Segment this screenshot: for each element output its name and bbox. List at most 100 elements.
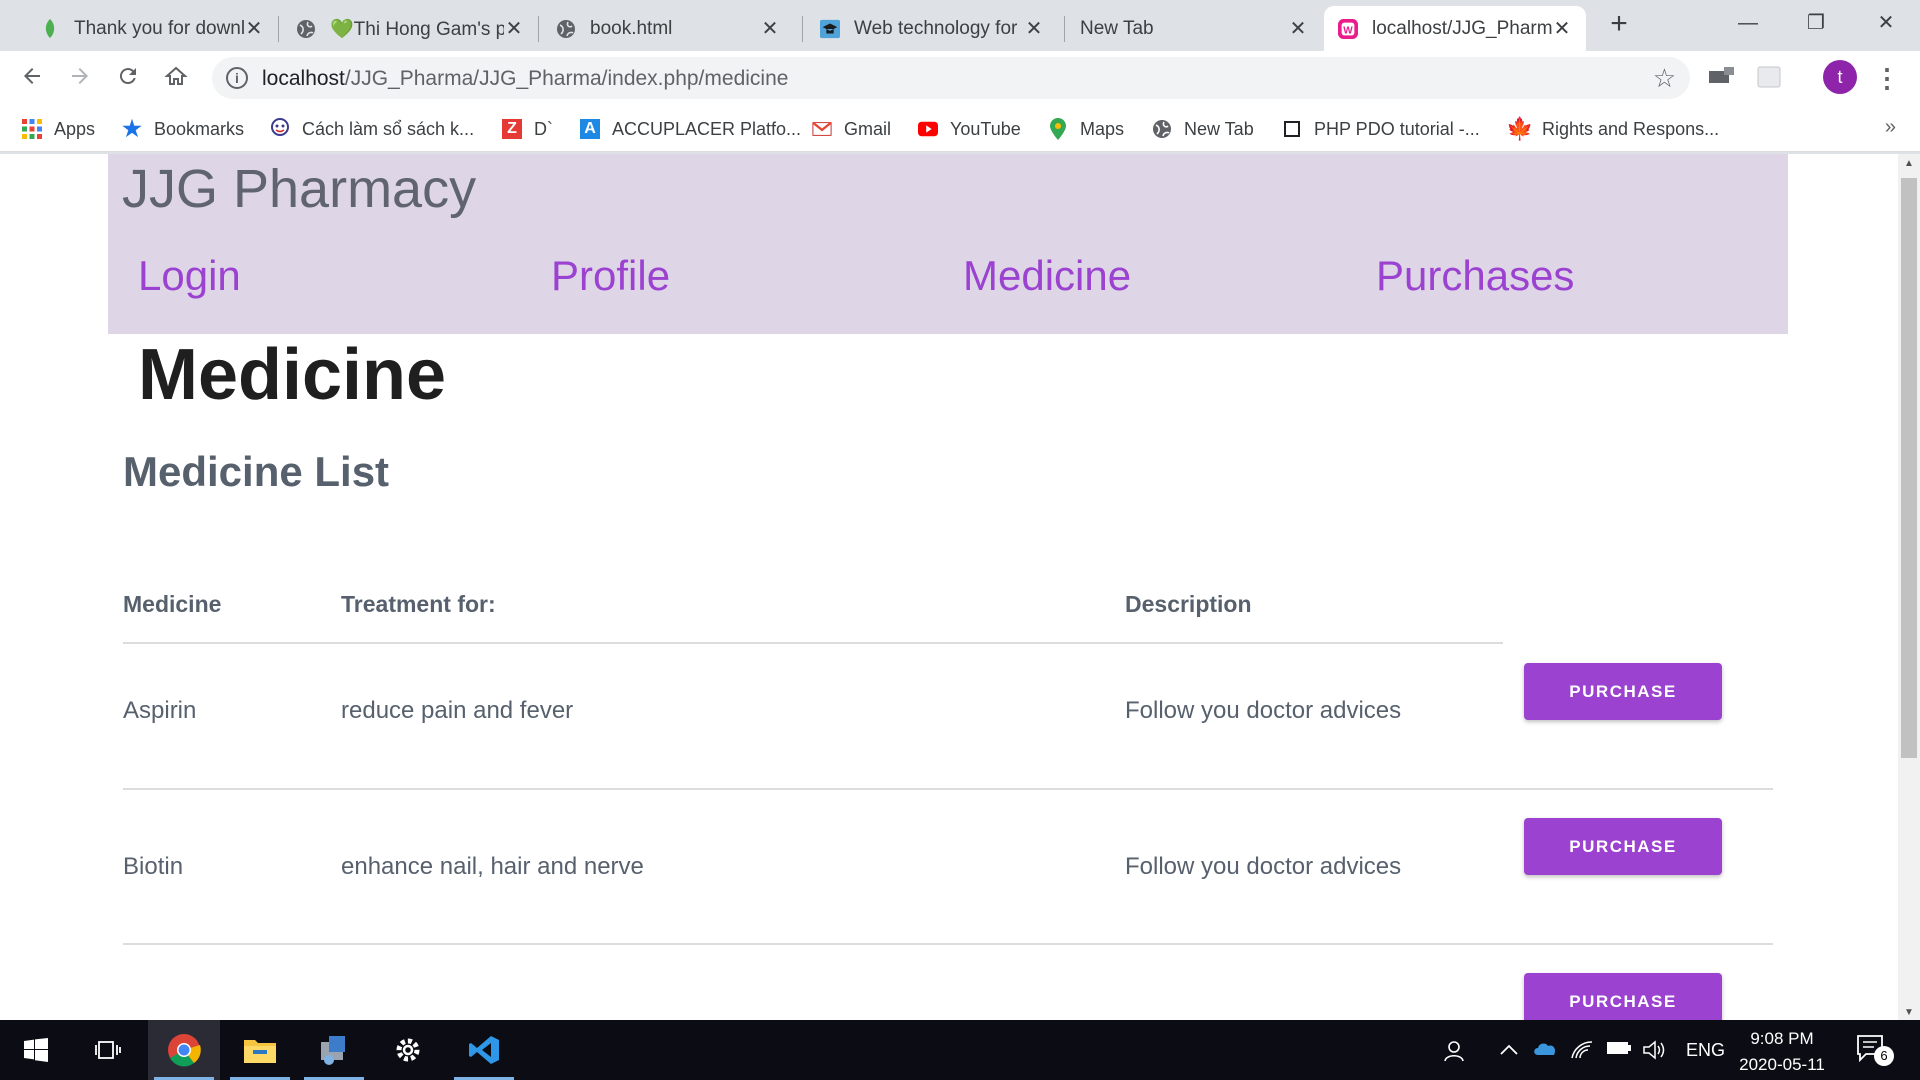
column-header-medicine: Medicine [123, 590, 222, 617]
close-icon[interactable]: ✕ [504, 16, 524, 41]
settings-gear-icon[interactable] [372, 1020, 444, 1080]
tab-web-technology[interactable]: Web technology for ✕ [806, 6, 1058, 51]
windows-taskbar: ENG 9:08 PM 2020-05-11 6 [0, 1020, 1920, 1080]
globe-icon [1152, 119, 1172, 139]
bookmark-cach-lam[interactable]: Cách làm sổ sách k... [270, 116, 474, 142]
nav-medicine-link[interactable]: Medicine [963, 252, 1131, 300]
close-icon[interactable]: ✕ [1024, 16, 1044, 41]
tab-separator [278, 16, 279, 42]
star-icon: ★ [122, 116, 142, 141]
page-viewport: JJG Pharmacy Login Profile Medicine Purc… [0, 154, 1898, 1020]
scroll-down-arrow-icon[interactable]: ▼ [1898, 1007, 1920, 1018]
url-text: localhost/JJG_Pharma/JJG_Pharma/index.ph… [262, 67, 788, 91]
forward-button[interactable] [62, 61, 98, 97]
header-divider [123, 642, 1503, 644]
bookmark-bookmarks[interactable]: ★ Bookmarks [122, 116, 244, 142]
file-explorer-icon[interactable] [224, 1020, 296, 1080]
bookmark-zing[interactable]: Z D` [502, 116, 553, 142]
people-icon[interactable] [1444, 1040, 1468, 1067]
profile-avatar[interactable]: t [1823, 60, 1857, 94]
back-button[interactable] [14, 61, 50, 97]
bookmark-accuplacer[interactable]: A ACCUPLACER Platfo... [580, 116, 801, 142]
volume-icon[interactable] [1642, 1040, 1666, 1065]
taskbar-clock[interactable]: 9:08 PM 2020-05-11 [1736, 1026, 1828, 1078]
leaf-icon [40, 18, 60, 39]
nav-profile-link[interactable]: Profile [551, 252, 670, 300]
language-indicator[interactable]: ENG [1686, 1040, 1725, 1061]
close-icon[interactable]: ✕ [1288, 16, 1308, 41]
url-host: localhost [262, 67, 345, 90]
action-center-icon[interactable]: 6 [1854, 1032, 1894, 1068]
home-button[interactable] [158, 61, 194, 97]
close-icon[interactable]: ✕ [760, 16, 780, 41]
nav-purchases-link[interactable]: Purchases [1376, 252, 1574, 300]
cast-extension-icon[interactable] [1706, 63, 1738, 93]
tab-thi-hong-gam[interactable]: 💚Thi Hong Gam's p ✕ [282, 6, 538, 51]
extension-icon[interactable] [1754, 63, 1786, 93]
z-logo-icon: Z [502, 119, 522, 139]
restore-button[interactable]: ❐ [1786, 6, 1846, 40]
chrome-menu-icon[interactable]: ⋮ [1874, 61, 1900, 97]
reload-icon [119, 68, 136, 85]
windows-start-icon[interactable] [0, 1020, 72, 1080]
bookmark-maps[interactable]: Maps [1048, 116, 1124, 142]
bookmark-php-pdo[interactable]: PHP PDO tutorial -... [1282, 116, 1480, 142]
reload-button[interactable] [110, 61, 146, 97]
table-header-row: Medicine Treatment for: Description [123, 574, 1773, 634]
minimize-button[interactable]: — [1718, 6, 1778, 40]
tab-thank-you[interactable]: Thank you for downl ✕ [26, 6, 278, 51]
new-tab-button[interactable]: + [1604, 9, 1634, 40]
apps-grid-icon [22, 119, 42, 139]
tab-localhost-active[interactable]: W localhost/JJG_Pharm ✕ [1324, 6, 1586, 51]
bookmark-apps[interactable]: Apps [22, 116, 95, 142]
bookmark-star-icon[interactable]: ☆ [1653, 63, 1676, 94]
tab-strip: Thank you for downl ✕ 💚Thi Hong Gam's p … [0, 0, 1920, 51]
bookmark-rights[interactable]: 🍁 Rights and Respons... [1506, 116, 1719, 142]
scrollbar-thumb[interactable] [1901, 178, 1917, 758]
clock-date: 2020-05-11 [1739, 1055, 1825, 1074]
clock-time: 9:08 PM [1750, 1029, 1814, 1048]
tab-title: Thank you for downl [74, 17, 244, 39]
close-window-button[interactable]: ✕ [1856, 6, 1916, 40]
bookmark-label: YouTube [950, 118, 1021, 139]
bookmark-label: PHP PDO tutorial -... [1314, 118, 1480, 139]
svg-text:W: W [1343, 25, 1353, 36]
page-scrollbar[interactable]: ▲ ▼ [1898, 154, 1920, 1020]
bookmark-gmail[interactable]: Gmail [812, 116, 891, 142]
medicine-treatment: reduce pain and fever [341, 697, 574, 724]
wampserver-icon: W [1338, 18, 1358, 39]
task-view-icon[interactable] [72, 1020, 144, 1080]
bookmark-label: New Tab [1184, 118, 1254, 139]
scroll-up-arrow-icon[interactable]: ▲ [1898, 158, 1920, 169]
address-bar[interactable]: i localhost/JJG_Pharma/JJG_Pharma/index.… [212, 57, 1690, 99]
show-hidden-icons-chevron-icon[interactable] [1500, 1040, 1518, 1061]
onedrive-cloud-icon[interactable] [1532, 1040, 1558, 1061]
battery-icon[interactable] [1606, 1040, 1632, 1061]
bookmark-new-tab[interactable]: New Tab [1152, 116, 1254, 142]
purchase-button[interactable]: PURCHASE [1524, 663, 1722, 720]
youtube-icon [918, 119, 938, 139]
wifi-icon[interactable] [1570, 1040, 1594, 1065]
close-icon[interactable]: ✕ [244, 16, 264, 41]
purchase-button[interactable]: PURCHASE [1524, 973, 1722, 1020]
tab-book-html[interactable]: book.html ✕ [542, 6, 794, 51]
chrome-icon[interactable] [148, 1020, 220, 1080]
a-logo-icon: A [580, 119, 600, 139]
bookmark-label: Bookmarks [154, 118, 245, 139]
bookmark-youtube[interactable]: YouTube [918, 116, 1021, 142]
close-icon[interactable]: ✕ [1552, 16, 1572, 41]
site-info-icon[interactable]: i [226, 67, 248, 89]
vscode-icon[interactable] [448, 1020, 520, 1080]
tab-new-tab[interactable]: New Tab ✕ [1066, 6, 1322, 51]
tab-separator [802, 16, 803, 42]
site-header: JJG Pharmacy Login Profile Medicine Purc… [108, 154, 1788, 334]
network-app-icon[interactable] [298, 1020, 370, 1080]
tab-separator [1064, 16, 1065, 42]
mascot-icon [270, 118, 290, 139]
column-header-description: Description [1125, 590, 1252, 617]
more-bookmarks-chevron-icon[interactable]: » [1885, 116, 1896, 139]
graduation-cap-icon [820, 19, 840, 39]
forward-arrow-icon [72, 68, 88, 84]
purchase-button[interactable]: PURCHASE [1524, 818, 1722, 875]
nav-login-link[interactable]: Login [138, 252, 241, 300]
